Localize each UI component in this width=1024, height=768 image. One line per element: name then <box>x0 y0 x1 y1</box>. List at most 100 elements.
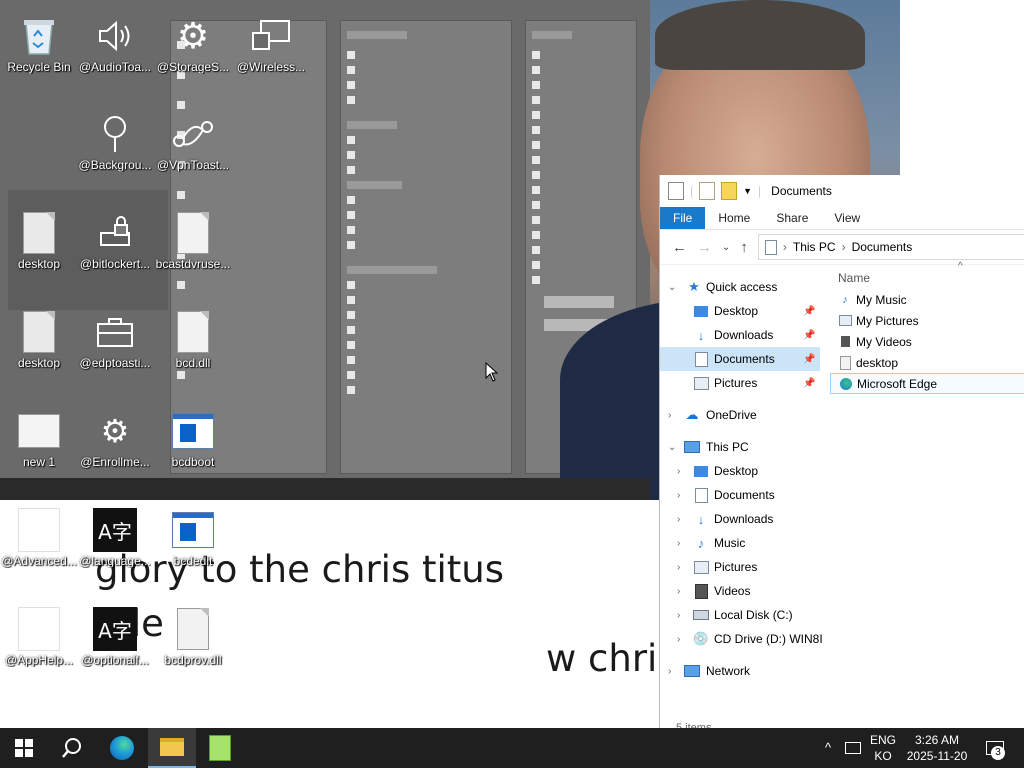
file-item-my-pictures[interactable]: My Pictures <box>830 310 1024 331</box>
nav-qa-documents[interactable]: Documents 📌 <box>660 347 820 371</box>
forward-arrow-icon[interactable]: → <box>697 239 712 256</box>
nav-pc-pictures[interactable]: › Pictures <box>660 555 820 579</box>
tab-share[interactable]: Share <box>763 207 821 229</box>
action-center-button[interactable]: 3 <box>978 728 1012 768</box>
desktop-icon-bcdboot[interactable]: bcdboot <box>156 403 230 493</box>
pin-icon[interactable]: 📌 <box>803 330 815 341</box>
chevron-right-icon[interactable]: › <box>677 514 680 525</box>
settings-file-icon <box>171 310 215 354</box>
search-button[interactable] <box>48 728 96 768</box>
nav-pc-downloads[interactable]: › ↓ Downloads <box>660 507 820 531</box>
blank-file-icon <box>17 607 61 651</box>
taskbar-notepadpp-button[interactable] <box>196 728 244 768</box>
speaker-icon <box>93 14 137 58</box>
file-item-my-music[interactable]: ♪ My Music <box>830 289 1024 310</box>
sort-up-icon: ^ <box>958 261 963 272</box>
settings-file-icon <box>17 211 61 255</box>
nav-pc-documents[interactable]: › Documents <box>660 483 820 507</box>
settings-file-icon <box>838 355 852 370</box>
back-arrow-icon[interactable]: ← <box>672 239 687 256</box>
nav-qa-downloads[interactable]: ↓ Downloads 📌 <box>660 323 820 347</box>
tab-home[interactable]: Home <box>705 207 763 229</box>
nav-qa-pictures[interactable]: Pictures 📌 <box>660 371 820 395</box>
app-window-icon <box>171 508 215 552</box>
desktop-icon-apphelp[interactable]: @AppHelp... <box>2 601 76 691</box>
address-bar[interactable]: › This PC › Documents <box>757 234 1024 260</box>
new-folder-icon[interactable] <box>721 182 738 200</box>
music-note-icon: ♪ <box>697 535 705 551</box>
desktop-icon-new-1[interactable]: new 1 <box>2 403 76 493</box>
breadcrumb-this-pc[interactable]: This PC <box>793 240 836 254</box>
chevron-down-icon[interactable]: ⌄ <box>668 442 676 453</box>
chevron-right-icon[interactable]: › <box>668 410 671 421</box>
chevron-right-icon[interactable]: › <box>668 666 671 677</box>
nav-onedrive[interactable]: › ☁ OneDrive <box>660 403 820 427</box>
nav-pc-music[interactable]: › ♪ Music <box>660 531 820 555</box>
nav-pc-desktop[interactable]: › Desktop <box>660 459 820 483</box>
desktop-icon-storages[interactable]: ⚙ @StorageS... <box>156 8 230 98</box>
desktop-icon-vpntoast[interactable]: @VpnToast... <box>156 106 230 196</box>
desktop-icon-bcd-dll[interactable]: bcd.dll <box>156 304 230 394</box>
taskbar-file-explorer-button[interactable] <box>148 728 196 768</box>
desktop-icon-background[interactable]: @Backgrou... <box>78 106 152 196</box>
desktop-icon-enrollment[interactable]: ⚙ @Enrollme... <box>78 403 152 493</box>
input-language-button[interactable]: ENG KO <box>866 728 900 768</box>
clock-button[interactable]: 3:26 AM 2025-11-20 <box>902 728 972 768</box>
nav-pc-local-disk[interactable]: › Local Disk (C:) <box>660 603 820 627</box>
desktop-icon-optionalfeatures[interactable]: A字 @optionalf... <box>78 601 152 691</box>
desktop-icon-bcastdvr[interactable]: bcastdvruse... <box>156 205 230 295</box>
nav-qa-desktop[interactable]: Desktop 📌 <box>660 299 820 323</box>
chevron-right-icon[interactable]: › <box>677 610 680 621</box>
taskbar-edge-button[interactable] <box>98 728 146 768</box>
chevron-right-icon[interactable]: › <box>677 562 680 573</box>
network-tray-button[interactable] <box>842 728 864 768</box>
pin-icon[interactable]: 📌 <box>803 378 815 389</box>
desktop-icon-advanced[interactable]: @Advanced... <box>1 502 77 592</box>
breadcrumb-documents[interactable]: Documents <box>852 240 913 254</box>
desktop-icon-language[interactable]: A字 @language... <box>78 502 152 592</box>
tab-view[interactable]: View <box>821 207 873 229</box>
chevron-right-icon[interactable]: › <box>677 538 680 549</box>
checkmark-icon[interactable] <box>699 182 716 200</box>
mouse-cursor-icon <box>485 362 499 382</box>
chevron-down-icon[interactable]: ⌄ <box>668 282 676 293</box>
desktop-icon-desktop-ini-2[interactable]: desktop <box>2 304 76 394</box>
desktop-icon-edptoast[interactable]: @edptoasti... <box>78 304 152 394</box>
nav-network[interactable]: › Network <box>660 659 820 683</box>
file-item-desktop-ini[interactable]: desktop <box>830 352 1024 373</box>
pin-icon[interactable]: 📌 <box>803 354 815 365</box>
up-arrow-icon[interactable]: ↑ <box>740 239 748 256</box>
pin-icon[interactable]: 📌 <box>803 306 815 317</box>
desktop-icon-desktop-ini[interactable]: desktop <box>2 205 76 295</box>
chevron-right-icon[interactable]: › <box>677 634 680 645</box>
file-item-microsoft-edge[interactable]: Microsoft Edge <box>830 373 1024 394</box>
desktop-icon-bcdedit[interactable]: bcdedit <box>156 502 230 592</box>
desktop-icon-audiotoast[interactable]: @AudioToa... <box>78 8 152 98</box>
column-header-name[interactable]: Name ^ <box>830 261 1024 289</box>
properties-icon[interactable] <box>668 182 684 200</box>
recent-chevron-icon[interactable]: ⌄ <box>722 242 730 253</box>
show-hidden-icons-button[interactable]: ^ <box>818 728 838 768</box>
chevron-right-icon[interactable]: › <box>677 586 680 597</box>
desktop-icon-label: bcdboot <box>171 455 215 469</box>
nav-this-pc[interactable]: ⌄ This PC <box>660 435 820 459</box>
gear-icon: ⚙ <box>176 15 210 57</box>
nav-quick-access[interactable]: ⌄ ★ Quick access <box>660 275 820 299</box>
nav-pc-cd-drive[interactable]: › 💿 CD Drive (D:) WIN8I <box>660 627 823 651</box>
desktop-icon-label: @language... <box>79 554 151 568</box>
desktop-icon-bitlocker[interactable]: @bitlockert... <box>78 205 152 295</box>
pictures-shortcut-icon <box>838 314 852 328</box>
tab-file[interactable]: File <box>660 207 706 229</box>
music-shortcut-icon: ♪ <box>842 293 848 306</box>
nav-pc-videos[interactable]: › Videos <box>660 579 820 603</box>
chevron-down-icon[interactable]: ▼ <box>743 186 752 196</box>
desktop-icon-recycle-bin[interactable]: Recycle Bin <box>2 8 76 98</box>
content-pane: Name ^ ♪ My Music My Pictures My Videos … <box>830 261 1024 394</box>
chevron-right-icon[interactable]: › <box>677 490 680 501</box>
desktop-icon-wireless[interactable]: @Wireless... <box>234 8 308 98</box>
start-button[interactable] <box>0 728 48 768</box>
file-item-my-videos[interactable]: My Videos <box>830 331 1024 352</box>
cloud-icon: ☁ <box>685 407 699 422</box>
desktop-icon-bcdprov[interactable]: bcdprov.dll <box>156 601 230 691</box>
chevron-right-icon[interactable]: › <box>677 466 680 477</box>
